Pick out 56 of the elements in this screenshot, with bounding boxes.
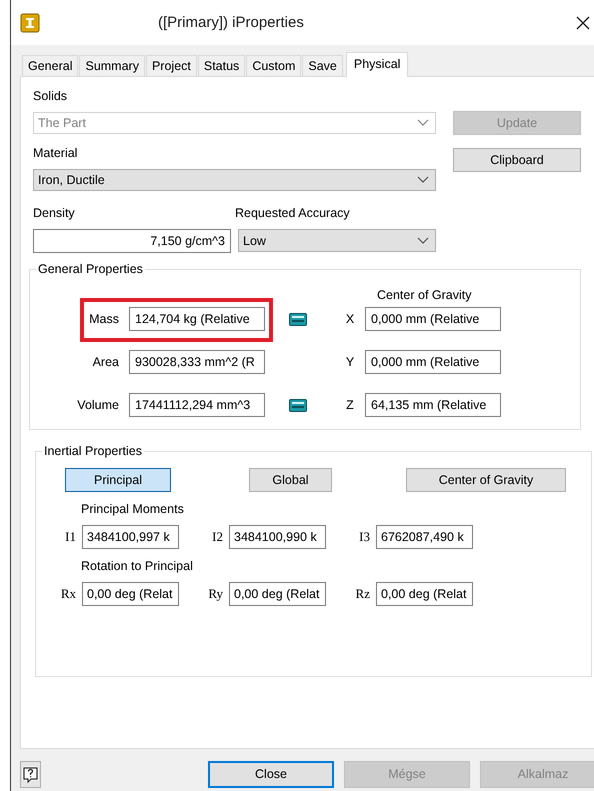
- calculator-icon[interactable]: [289, 312, 307, 326]
- property-field[interactable]: 930028,333 mm^2 (R: [129, 350, 265, 374]
- coordinate-field[interactable]: 0,000 mm (Relative: [365, 350, 501, 374]
- rotation-label: Ry: [207, 586, 223, 602]
- property-label: Mass: [88, 312, 119, 326]
- moment-field[interactable]: 3484100,997 k: [82, 525, 179, 549]
- section-label: Rotation to Principal: [81, 558, 193, 574]
- property-field[interactable]: 124,704 kg (Relative: [129, 307, 265, 331]
- rotation-label: Rz: [354, 586, 370, 602]
- accuracy-dropdown[interactable]: Low: [238, 229, 436, 252]
- close-icon[interactable]: [576, 16, 590, 30]
- accuracy-label: Requested Accuracy: [235, 205, 350, 221]
- chevron-down-icon[interactable]: [417, 236, 429, 244]
- moment-label: I1: [64, 529, 76, 545]
- property-label: Volume: [76, 398, 119, 412]
- group-title: Inertial Properties: [42, 443, 144, 459]
- center-of-gravity-label: Center of Gravity: [377, 287, 472, 303]
- tab[interactable]: Project: [146, 55, 197, 76]
- mode-button[interactable]: Global: [249, 468, 332, 492]
- property-field[interactable]: 17441112,294 mm^3: [129, 393, 265, 417]
- moment-label: I2: [211, 529, 223, 545]
- calculator-icon[interactable]: [289, 398, 307, 412]
- property-label: Area: [92, 355, 119, 369]
- material-dropdown[interactable]: Iron, Ductile: [33, 169, 436, 191]
- rotation-label: Rx: [60, 586, 76, 602]
- chevron-down-icon[interactable]: [417, 176, 429, 184]
- moment-field[interactable]: 3484100,990 k: [229, 525, 326, 549]
- app-icon: [20, 12, 40, 32]
- tab[interactable]: Physical: [346, 52, 408, 77]
- tab[interactable]: Save: [302, 55, 343, 76]
- material-label: Material: [33, 145, 78, 161]
- axis-label: Y: [344, 355, 356, 369]
- clipboard-button[interactable]: Clipboard: [453, 148, 581, 172]
- density-field[interactable]: 7,150 g/cm^3: [33, 229, 231, 253]
- tab[interactable]: General: [22, 55, 78, 76]
- coordinate-field[interactable]: 64,135 mm (Relative: [365, 393, 501, 417]
- window-title: ([Primary]) iProperties: [158, 14, 304, 31]
- rotation-field[interactable]: 0,00 deg (Relat: [229, 582, 326, 606]
- density-label: Density: [33, 205, 75, 221]
- moment-field[interactable]: 6762087,490 k: [376, 525, 473, 549]
- solids-label: Solids: [33, 88, 68, 104]
- dialog-button[interactable]: Close: [208, 760, 334, 788]
- rotation-field[interactable]: 0,00 deg (Relat: [376, 582, 473, 606]
- help-icon[interactable]: [20, 760, 41, 788]
- mode-button[interactable]: Principal: [65, 468, 171, 492]
- axis-label: X: [344, 312, 356, 326]
- group-title: General Properties: [36, 261, 145, 277]
- coordinate-field[interactable]: 0,000 mm (Relative: [365, 307, 501, 331]
- mode-button[interactable]: Center of Gravity: [406, 468, 566, 492]
- tab[interactable]: Summary: [79, 55, 145, 76]
- moment-label: I3: [358, 529, 370, 545]
- rotation-field[interactable]: 0,00 deg (Relat: [82, 582, 179, 606]
- tab[interactable]: Custom: [246, 55, 302, 76]
- tab[interactable]: Status: [198, 55, 246, 76]
- section-label: Principal Moments: [81, 501, 184, 517]
- axis-label: Z: [345, 398, 355, 412]
